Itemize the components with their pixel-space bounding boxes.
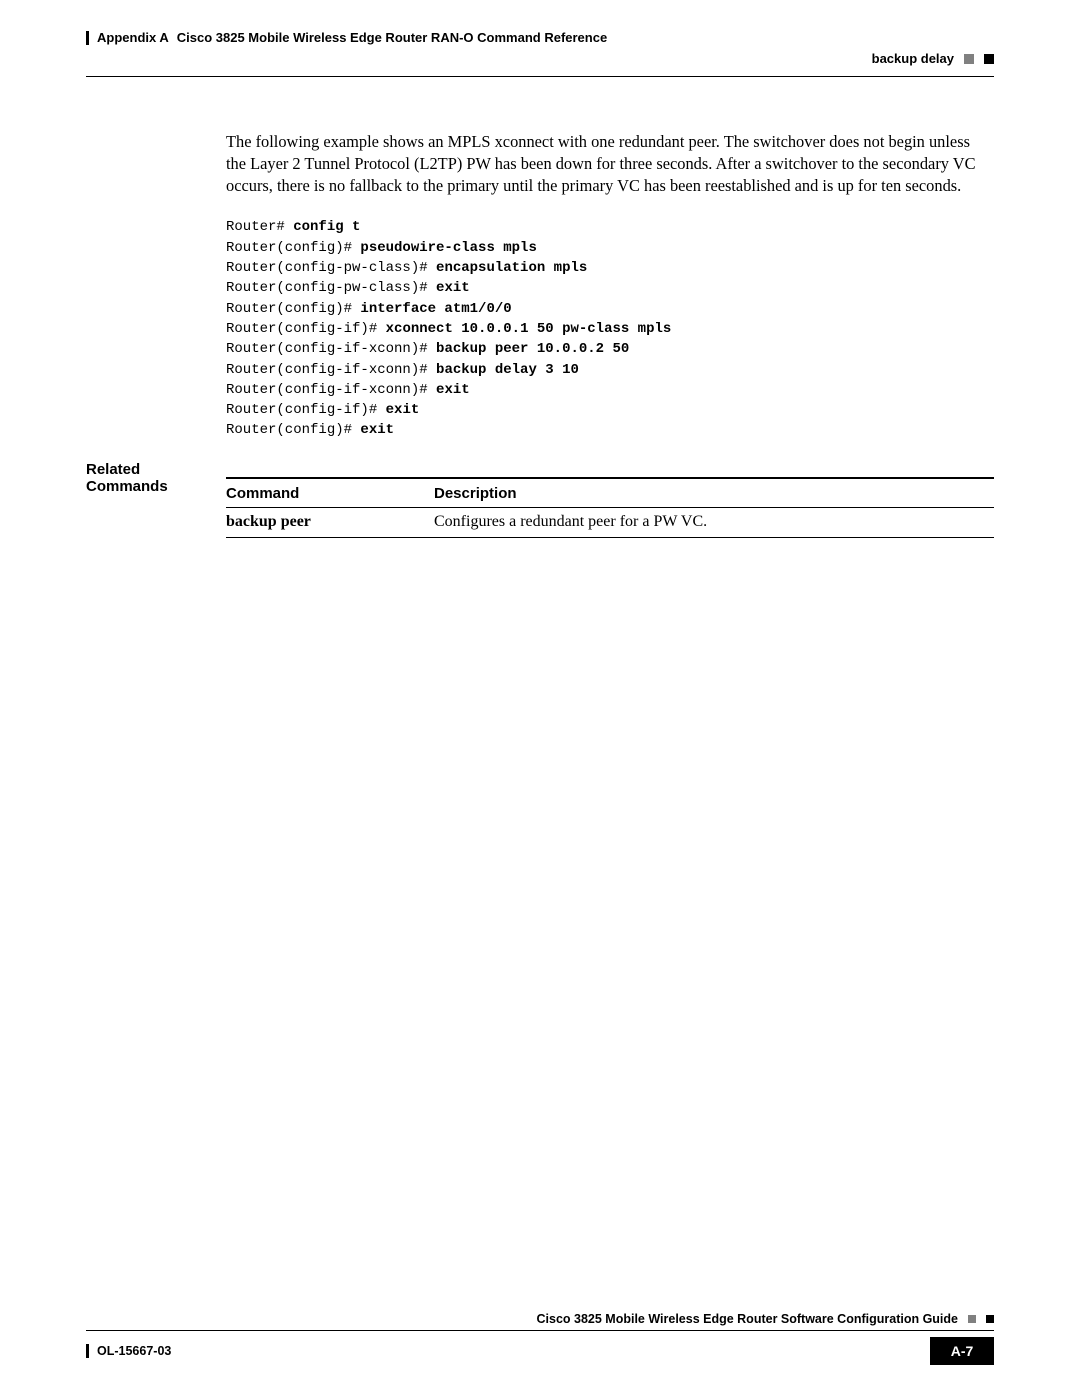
table-header-row: Command Description: [226, 478, 994, 508]
header-rule: [86, 76, 994, 77]
main-content: The following example shows an MPLS xcon…: [226, 131, 994, 538]
command-description: Configures a redundant peer for a PW VC.: [434, 507, 994, 537]
command-name: backup peer: [226, 513, 311, 530]
page: Appendix A Cisco 3825 Mobile Wireless Ed…: [0, 0, 1080, 1397]
th-description: Description: [434, 478, 994, 508]
intro-paragraph: The following example shows an MPLS xcon…: [226, 131, 994, 197]
page-footer: Cisco 3825 Mobile Wireless Edge Router S…: [86, 1312, 994, 1365]
footer-top-row: Cisco 3825 Mobile Wireless Edge Router S…: [86, 1312, 994, 1331]
code-block: Router# config tRouter(config)# pseudowi…: [226, 217, 994, 440]
square-marker-icon: [968, 1315, 976, 1323]
related-commands-table: Command Description backup peer Configure…: [226, 477, 994, 538]
doc-number: OL-15667-03: [97, 1344, 171, 1358]
page-header: Appendix A Cisco 3825 Mobile Wireless Ed…: [86, 30, 994, 77]
related-commands-label: Related Commands: [86, 461, 168, 495]
header-top-row: Appendix A Cisco 3825 Mobile Wireless Ed…: [86, 30, 994, 45]
th-command: Command: [226, 478, 434, 508]
body: Related Commands The following example s…: [86, 77, 994, 538]
footer-bar-icon: [86, 1344, 89, 1358]
footer-left: OL-15667-03: [86, 1337, 171, 1365]
table-row: backup peer Configures a redundant peer f…: [226, 507, 994, 537]
footer-guide-title: Cisco 3825 Mobile Wireless Edge Router S…: [537, 1312, 959, 1326]
page-number-badge: A-7: [930, 1337, 994, 1365]
header-right-row: backup delay: [86, 51, 994, 66]
header-bar-icon: [86, 31, 89, 45]
square-marker-icon: [986, 1315, 994, 1323]
appendix-title: Cisco 3825 Mobile Wireless Edge Router R…: [177, 30, 607, 45]
footer-bottom-row: OL-15667-03 A-7: [86, 1331, 994, 1365]
section-name: backup delay: [872, 51, 954, 66]
square-marker-icon: [984, 54, 994, 64]
square-marker-icon: [964, 54, 974, 64]
side-gutter: Related Commands: [86, 131, 226, 538]
appendix-label: Appendix A: [97, 30, 169, 45]
